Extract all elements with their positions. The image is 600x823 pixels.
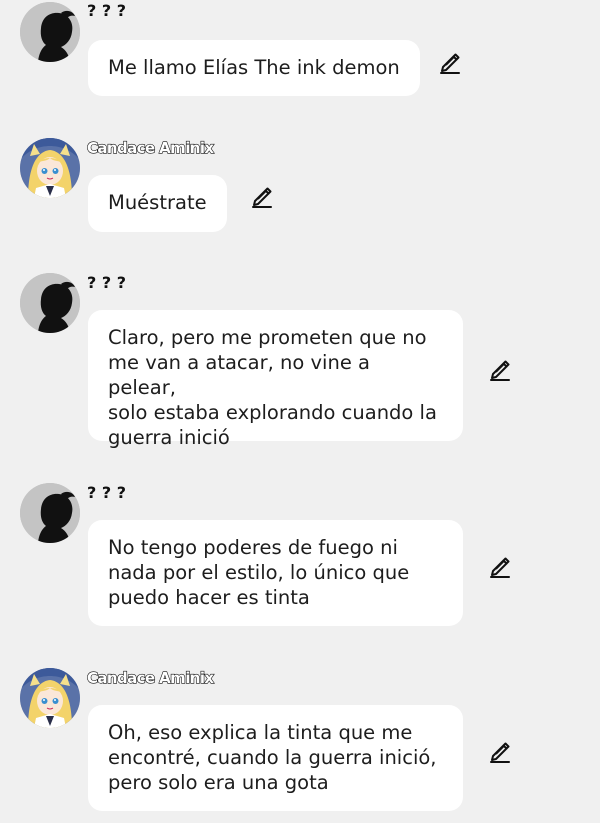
message-bubble[interactable]: Muéstrate xyxy=(88,175,227,232)
avatar[interactable] xyxy=(20,273,80,333)
avatar[interactable] xyxy=(20,668,80,728)
anime-girl-avatar-icon xyxy=(20,138,80,198)
sender-name: ? ? ? xyxy=(87,273,126,292)
anime-girl-avatar-icon xyxy=(20,668,80,728)
message-bubble[interactable]: Me llamo Elías The ink demon xyxy=(88,40,420,96)
message-bubble[interactable]: No tengo poderes de fuego ni nada por el… xyxy=(88,520,463,626)
sender-name: ? ? ? xyxy=(87,1,126,20)
edit-pencil-icon[interactable] xyxy=(438,50,462,74)
sender-name: Candace Aminix xyxy=(86,138,214,157)
silhouette-avatar-icon xyxy=(20,273,80,333)
sender-name: Candace Aminix xyxy=(86,668,214,687)
message-bubble[interactable]: Claro, pero me prometen que no me van a … xyxy=(88,310,463,449)
avatar[interactable] xyxy=(20,2,80,62)
sender-name: ? ? ? xyxy=(87,483,126,502)
avatar[interactable] xyxy=(20,483,80,543)
silhouette-avatar-icon xyxy=(20,2,80,62)
edit-pencil-icon[interactable] xyxy=(488,357,512,381)
edit-pencil-icon[interactable] xyxy=(488,739,512,763)
edit-pencil-icon[interactable] xyxy=(250,184,274,208)
edit-pencil-icon[interactable] xyxy=(488,554,512,578)
avatar[interactable] xyxy=(20,138,80,198)
silhouette-avatar-icon xyxy=(20,483,80,543)
message-bubble[interactable]: Oh, eso explica la tinta que me encontré… xyxy=(88,705,463,811)
